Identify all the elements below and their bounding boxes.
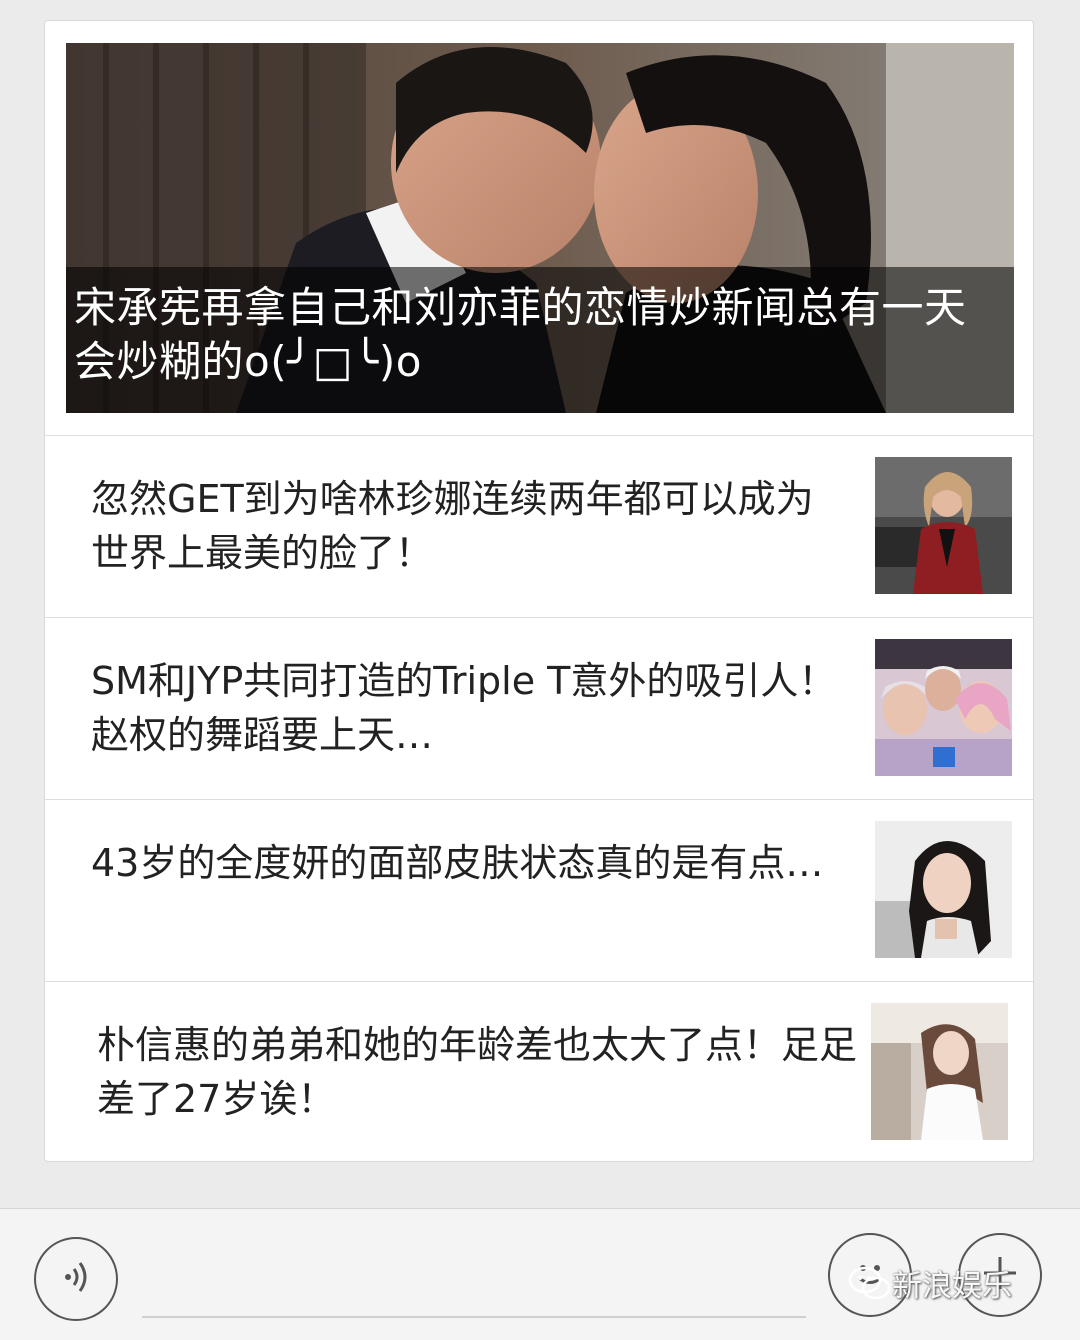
article-title: 43岁的全度妍的面部皮肤状态真的是有点… [91,841,824,885]
list-item[interactable]: 忽然GET到为啥林珍娜连续两年都可以成为世界上最美的脸了！ [45,435,1033,617]
article-thumbnail [875,821,1012,958]
article-title: SM和JYP共同打造的Triple T意外的吸引人！赵权的舞蹈要上天… [91,659,837,757]
voice-input-icon [56,1257,96,1301]
list-item[interactable]: SM和JYP共同打造的Triple T意外的吸引人！赵权的舞蹈要上天… [45,617,1033,799]
cover-title: 宋承宪再拿自己和刘亦菲的恋情炒新闻总有一天会炒糊的o(╯□╰)o [66,267,1014,413]
wechat-icon [848,1266,891,1300]
watermark: 新浪娱乐 [848,1261,1012,1305]
article-title: 朴信惠的弟弟和她的年龄差也太大了点！足足差了27岁诶！ [97,1023,857,1121]
chat-input-bar: 新浪娱乐 [0,1208,1080,1340]
article-thumbnail [871,1003,1008,1140]
article-title: 忽然GET到为啥林珍娜连续两年都可以成为世界上最美的脸了！ [91,477,814,575]
list-item[interactable]: 43岁的全度妍的面部皮肤状态真的是有点… [45,799,1033,981]
cover-article[interactable]: 宋承宪再拿自己和刘亦菲的恋情炒新闻总有一天会炒糊的o(╯□╰)o [66,43,1014,413]
news-card: 宋承宪再拿自己和刘亦菲的恋情炒新闻总有一天会炒糊的o(╯□╰)o 忽然GET到为… [44,20,1034,1162]
message-input[interactable] [142,1316,806,1318]
article-thumbnail [875,457,1012,594]
voice-input-button[interactable] [34,1237,118,1321]
article-thumbnail [875,639,1012,776]
list-item[interactable]: 朴信惠的弟弟和她的年龄差也太大了点！足足差了27岁诶！ [45,981,1033,1163]
watermark-text: 新浪娱乐 [892,1269,1012,1304]
